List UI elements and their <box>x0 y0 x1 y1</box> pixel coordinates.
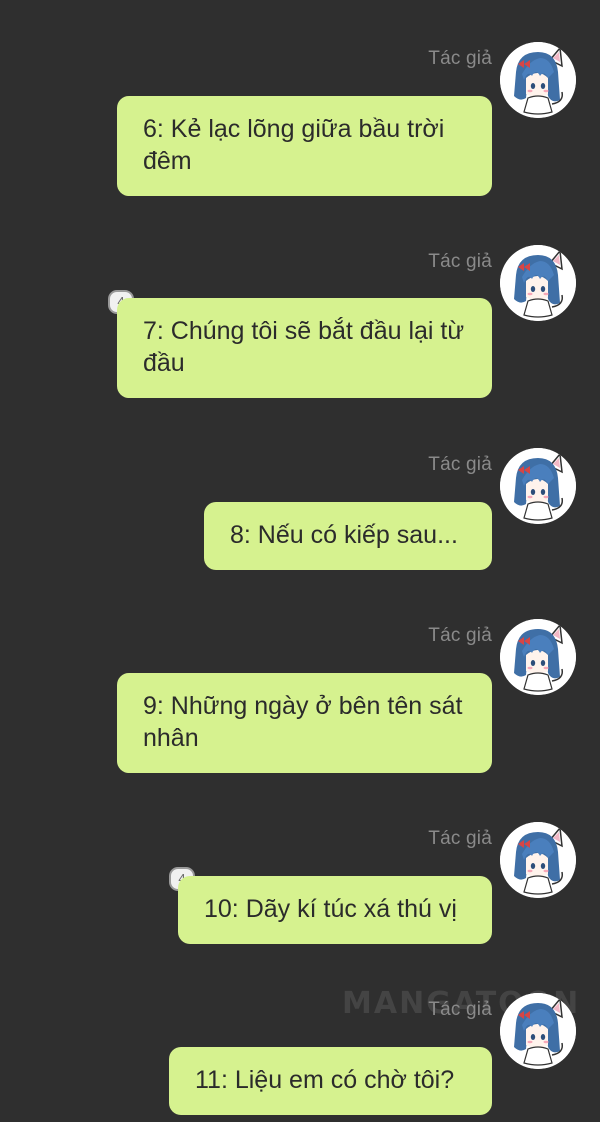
chapter-title-bubble[interactable]: 8: Nếu có kiếp sau... <box>204 502 492 570</box>
chapter-title-bubble[interactable]: 11: Liệu em có chờ tôi? <box>169 1047 492 1115</box>
chapter-title-bubble[interactable]: 7: Chúng tôi sẽ bắt đầu lại từ đầu <box>117 298 492 398</box>
author-avatar-icon[interactable] <box>500 993 576 1069</box>
author-label: Tác giả <box>428 454 492 475</box>
chapter-title-bubble[interactable]: 10: Dãy kí túc xá thú vị <box>178 876 492 944</box>
chapter-title: 6: Kẻ lạc lõng giữa bầu trời đêm <box>143 115 445 175</box>
chapter-title: 8: Nếu có kiếp sau... <box>230 521 458 549</box>
author-label: Tác giả <box>428 999 492 1020</box>
author-label: Tác giả <box>428 251 492 272</box>
chapter-title-bubble[interactable]: 6: Kẻ lạc lõng giữa bầu trời đêm <box>117 96 492 196</box>
author-avatar-icon[interactable] <box>500 619 576 695</box>
chapter-title: 11: Liệu em có chờ tôi? <box>195 1066 455 1094</box>
author-label: Tác giả <box>428 828 492 849</box>
chapter-title: 9: Những ngày ở bên tên sát nhân <box>143 692 463 752</box>
chapter-title: 10: Dãy kí túc xá thú vị <box>204 895 457 923</box>
author-avatar-icon[interactable] <box>500 822 576 898</box>
author-avatar-icon[interactable] <box>500 42 576 118</box>
chapter-title: 7: Chúng tôi sẽ bắt đầu lại từ đầu <box>143 317 465 377</box>
author-label: Tác giả <box>428 625 492 646</box>
author-label: Tác giả <box>428 48 492 69</box>
author-avatar-icon[interactable] <box>500 448 576 524</box>
author-avatar-icon[interactable] <box>500 245 576 321</box>
chapter-title-bubble[interactable]: 9: Những ngày ở bên tên sát nhân <box>117 673 492 773</box>
